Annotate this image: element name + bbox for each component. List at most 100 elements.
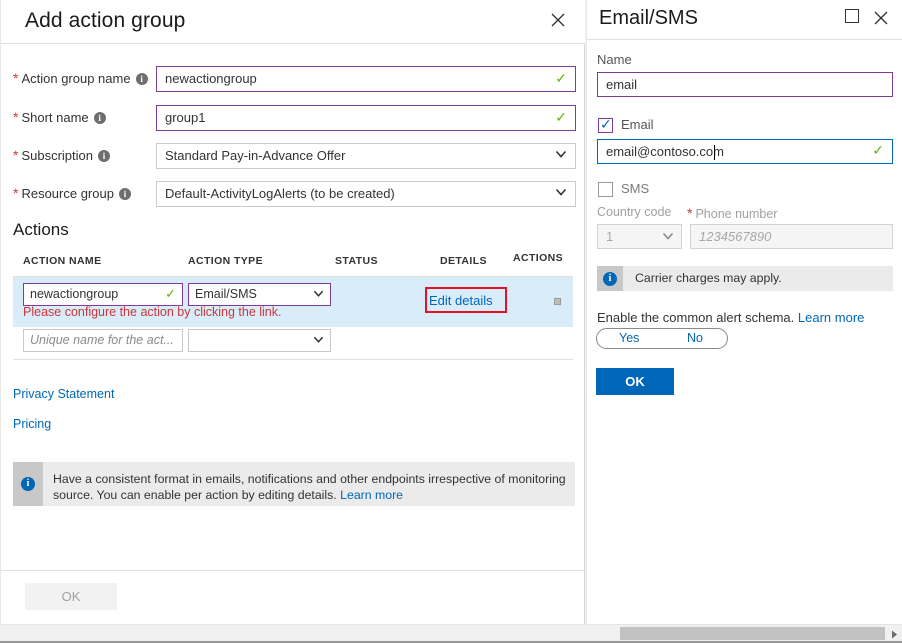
row-action-name-input[interactable]: newactiongroup ✓ bbox=[23, 283, 183, 306]
table-row: Unique name for the act... bbox=[13, 327, 573, 360]
edit-details-link[interactable]: Edit details bbox=[429, 293, 493, 308]
learn-more-link[interactable]: Learn more bbox=[340, 488, 403, 502]
check-icon: ✓ bbox=[600, 116, 612, 132]
required-asterisk: * bbox=[687, 205, 693, 221]
column-header-details: DETAILS bbox=[440, 255, 487, 267]
table-header-row: ACTION NAME ACTION TYPE STATUS DETAILS A… bbox=[13, 252, 573, 277]
info-icon[interactable]: i bbox=[93, 112, 106, 124]
panel-title: Email/SMS bbox=[599, 7, 698, 29]
ok-button-disabled[interactable]: OK bbox=[25, 583, 117, 610]
info-icon-backdrop: i bbox=[13, 462, 43, 506]
sms-checkbox[interactable] bbox=[598, 182, 613, 197]
phone-number-input[interactable]: 1234567890 bbox=[690, 224, 893, 249]
info-icon-backdrop: i bbox=[597, 266, 623, 291]
email-sms-blade: Email/SMS Name email ✓ Email email@conto… bbox=[586, 0, 902, 624]
toggle-option-yes[interactable]: Yes bbox=[619, 331, 639, 345]
maximize-icon[interactable] bbox=[845, 9, 859, 23]
page-title: Add action group bbox=[25, 9, 186, 32]
valid-check-icon: ✓ bbox=[555, 70, 567, 86]
chevron-down-icon bbox=[313, 334, 324, 345]
common-schema-info-banner: i Have a consistent format in emails, no… bbox=[13, 462, 575, 506]
input-value: email@contoso.com bbox=[606, 144, 724, 159]
scrollbar-thumb[interactable] bbox=[620, 627, 885, 640]
input-value: newactiongroup bbox=[30, 287, 119, 301]
field-short-name: * Short name i group1 ✓ bbox=[1, 105, 585, 133]
country-code-select[interactable]: 1 bbox=[597, 224, 682, 249]
name-label: Name bbox=[597, 52, 632, 67]
country-code-label: Country code bbox=[597, 205, 672, 219]
required-asterisk: * bbox=[13, 185, 19, 201]
name-input[interactable]: email bbox=[597, 72, 893, 97]
resource-group-select[interactable]: Default-ActivityLogAlerts (to be created… bbox=[156, 181, 576, 207]
input-value: newactiongroup bbox=[165, 71, 257, 86]
info-banner-body: Have a consistent format in emails, noti… bbox=[53, 472, 566, 502]
email-checkbox[interactable]: ✓ bbox=[598, 116, 613, 133]
select-value: Email/SMS bbox=[195, 287, 257, 301]
blade-header: Add action group bbox=[1, 0, 585, 44]
chevron-right-icon[interactable] bbox=[889, 628, 900, 639]
required-asterisk: * bbox=[13, 109, 19, 125]
select-value: Standard Pay-in-Advance Offer bbox=[165, 148, 346, 163]
new-action-type-select[interactable] bbox=[188, 329, 331, 352]
select-value: Default-ActivityLogAlerts (to be created… bbox=[165, 186, 395, 201]
chevron-down-icon bbox=[313, 288, 324, 299]
field-subscription: * Subscription i Standard Pay-in-Advance O… bbox=[1, 143, 585, 171]
learn-more-link[interactable]: Learn more bbox=[798, 310, 864, 325]
column-header-status: STATUS bbox=[335, 255, 378, 267]
chevron-down-icon bbox=[555, 148, 567, 160]
input-value: email bbox=[606, 77, 638, 92]
privacy-statement-link[interactable]: Privacy Statement bbox=[13, 387, 114, 401]
valid-check-icon: ✓ bbox=[555, 109, 567, 125]
required-asterisk: * bbox=[13, 70, 19, 86]
field-resource-group: * Resource group i Default-ActivityLogAler… bbox=[1, 181, 585, 209]
input-value: group1 bbox=[165, 110, 206, 125]
close-icon[interactable] bbox=[544, 6, 572, 34]
toggle-option-no[interactable]: No bbox=[687, 331, 703, 345]
close-icon[interactable] bbox=[868, 5, 894, 31]
email-checkbox-label: Email bbox=[621, 117, 654, 132]
app-root: Add action group * Action group name i new… bbox=[0, 0, 902, 643]
info-icon[interactable]: i bbox=[135, 73, 148, 85]
delete-action-icon[interactable] bbox=[554, 298, 561, 305]
select-value: 1 bbox=[606, 229, 614, 244]
info-icon[interactable]: i bbox=[98, 150, 110, 162]
new-action-name-input[interactable]: Unique name for the act... bbox=[23, 329, 183, 352]
row-action-type-select[interactable]: Email/SMS bbox=[188, 283, 331, 306]
add-action-group-blade: Add action group * Action group name i new… bbox=[0, 0, 585, 624]
email-sms-ok-button[interactable]: OK bbox=[596, 368, 674, 395]
info-icon: i bbox=[603, 271, 617, 286]
actions-section-title: Actions bbox=[13, 220, 69, 239]
carrier-info-banner: i Carrier charges may apply. bbox=[597, 266, 893, 291]
column-header-actions: ACTIONS bbox=[513, 252, 564, 264]
field-label: * Action group name i bbox=[13, 70, 148, 86]
sms-checkbox-label: SMS bbox=[621, 181, 650, 196]
text-cursor bbox=[714, 145, 715, 160]
horizontal-scrollbar[interactable] bbox=[0, 624, 902, 642]
row-error-message: Please configure the action by clicking … bbox=[23, 305, 282, 319]
pricing-link[interactable]: Pricing bbox=[13, 417, 51, 431]
info-banner-text: Have a consistent format in emails, noti… bbox=[53, 471, 567, 503]
info-icon[interactable]: i bbox=[118, 188, 131, 200]
subscription-select[interactable]: Standard Pay-in-Advance Offer bbox=[156, 143, 576, 169]
info-icon: i bbox=[21, 477, 35, 491]
field-label: * Subscription i bbox=[13, 147, 110, 163]
input-placeholder: 1234567890 bbox=[699, 229, 772, 244]
valid-check-icon: ✓ bbox=[872, 142, 884, 158]
phone-number-label: * Phone number bbox=[687, 205, 778, 221]
action-group-name-input[interactable]: newactiongroup ✓ bbox=[156, 66, 576, 92]
common-schema-toggle[interactable]: Yes No bbox=[596, 328, 728, 349]
column-header-action-type: ACTION TYPE bbox=[188, 255, 263, 267]
field-label: * Short name i bbox=[13, 109, 106, 125]
short-name-input[interactable]: group1 ✓ bbox=[156, 105, 576, 131]
chevron-down-icon bbox=[555, 186, 567, 198]
common-schema-text: Enable the common alert schema. Learn mo… bbox=[597, 310, 865, 325]
input-placeholder: Unique name for the act... bbox=[30, 333, 174, 347]
column-header-action-name: ACTION NAME bbox=[23, 255, 102, 267]
field-action-group-name: * Action group name i newactiongroup ✓ bbox=[1, 66, 585, 94]
email-input[interactable]: email@contoso.com ✓ bbox=[597, 139, 893, 164]
carrier-info-text: Carrier charges may apply. bbox=[635, 271, 782, 285]
required-asterisk: * bbox=[13, 147, 19, 163]
chevron-down-icon bbox=[662, 230, 674, 245]
valid-check-icon: ✓ bbox=[165, 286, 176, 301]
field-label: * Resource group i bbox=[13, 185, 131, 201]
